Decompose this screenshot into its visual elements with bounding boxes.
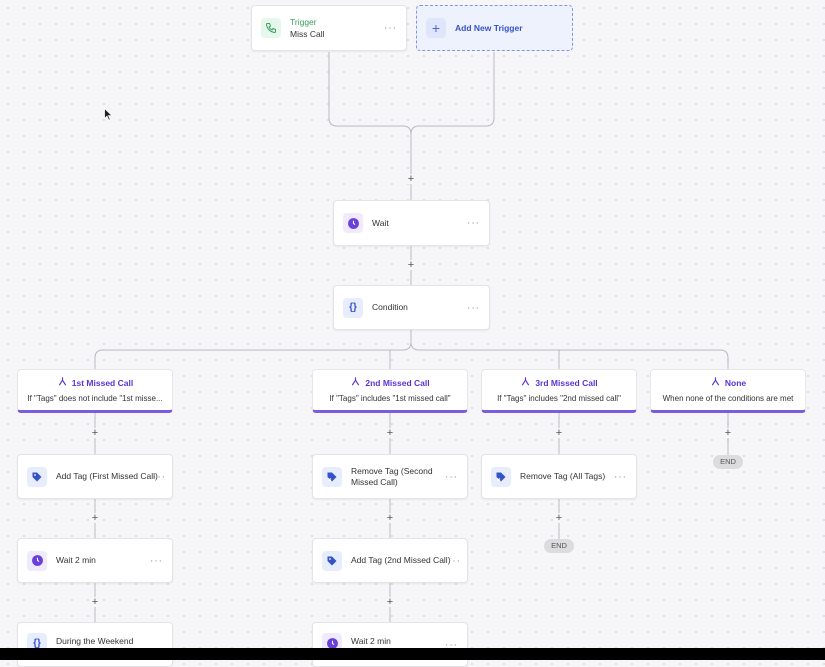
remove-tag-icon (491, 466, 511, 487)
clock-icon (343, 213, 363, 233)
phone-icon (261, 18, 281, 38)
branch-3rd-missed-call[interactable]: 3rd Missed Call If "Tags" includes "2nd … (481, 369, 637, 413)
branch-description: If "Tags" includes "2nd missed call" (497, 394, 621, 403)
add-step-button[interactable]: + (90, 428, 100, 439)
add-step-button[interactable]: + (385, 597, 395, 608)
add-step-button[interactable]: + (385, 513, 395, 524)
branch-1st-missed-call[interactable]: 1st Missed Call If "Tags" does not inclu… (17, 369, 173, 413)
add-step-button[interactable]: + (406, 260, 416, 271)
add-step-button[interactable]: + (385, 428, 395, 439)
wait-node[interactable]: Wait ··· (333, 200, 490, 246)
end-marker: END (544, 539, 574, 553)
add-tag-node[interactable]: Add Tag (First Missed Call) ··· (17, 454, 173, 499)
branch-icon (710, 376, 721, 389)
step-menu-button[interactable]: ··· (150, 555, 163, 566)
branch-description: When none of the conditions are met (662, 394, 794, 403)
step-menu-button[interactable]: ··· (448, 555, 461, 566)
mouse-cursor-icon (104, 107, 114, 126)
remove-tag-node[interactable]: Remove Tag (All Tags) ··· (481, 454, 637, 499)
remove-tag-node[interactable]: Remove Tag (Second Missed Call) ··· (312, 454, 468, 499)
braces-icon: {} (343, 297, 363, 318)
branch-description: If "Tags" does not include "1st misse... (27, 394, 163, 403)
trigger-node[interactable]: Trigger Miss Call ··· (251, 5, 407, 51)
remove-tag-icon (322, 466, 342, 487)
branch-2nd-missed-call[interactable]: 2nd Missed Call If "Tags" includes "1st … (312, 369, 468, 413)
add-step-button[interactable]: + (406, 174, 416, 185)
step-label: During the Weekend (56, 636, 134, 646)
end-marker: END (713, 455, 743, 469)
branch-none[interactable]: None When none of the conditions are met (650, 369, 806, 413)
plus-icon: + (426, 18, 446, 38)
trigger-menu-button[interactable]: ··· (384, 23, 397, 34)
condition-node[interactable]: {} During the Weekend (17, 622, 173, 667)
add-step-button[interactable]: + (90, 597, 100, 608)
step-menu-button[interactable]: ··· (445, 471, 458, 482)
wait-node[interactable]: Wait 2 min ··· (17, 538, 173, 583)
add-step-button[interactable]: + (554, 428, 564, 439)
branch-icon (57, 376, 68, 389)
condition-menu-button[interactable]: ··· (467, 302, 480, 313)
workflow-canvas[interactable]: Trigger Miss Call ··· + Add New Trigger … (0, 0, 825, 667)
clock-icon (27, 550, 47, 571)
add-step-button[interactable]: + (90, 513, 100, 524)
branch-title: 2nd Missed Call (365, 377, 430, 388)
tag-icon (27, 466, 47, 487)
wait-menu-button[interactable]: ··· (467, 218, 480, 229)
wait-node[interactable]: Wait 2 min ··· (312, 622, 468, 667)
branch-description: If "Tags" includes "1st missed call" (329, 394, 451, 403)
branch-icon (520, 376, 531, 389)
branch-icon (350, 376, 361, 389)
add-step-button[interactable]: + (554, 513, 564, 524)
branch-title: None (724, 377, 747, 388)
add-trigger-label: Add New Trigger (455, 23, 523, 33)
branch-title: 3rd Missed Call (535, 377, 598, 388)
add-tag-node[interactable]: Add Tag (2nd Missed Call) ··· (312, 538, 468, 583)
tag-icon (322, 550, 342, 571)
condition-node[interactable]: {} Condition ··· (333, 285, 490, 330)
add-step-button[interactable]: + (723, 428, 733, 439)
bottom-bar (0, 648, 825, 660)
add-new-trigger-button[interactable]: + Add New Trigger (416, 5, 573, 51)
step-menu-button[interactable]: ··· (614, 471, 627, 482)
step-menu-button[interactable]: ··· (153, 471, 166, 482)
branch-title: 1st Missed Call (71, 377, 134, 388)
